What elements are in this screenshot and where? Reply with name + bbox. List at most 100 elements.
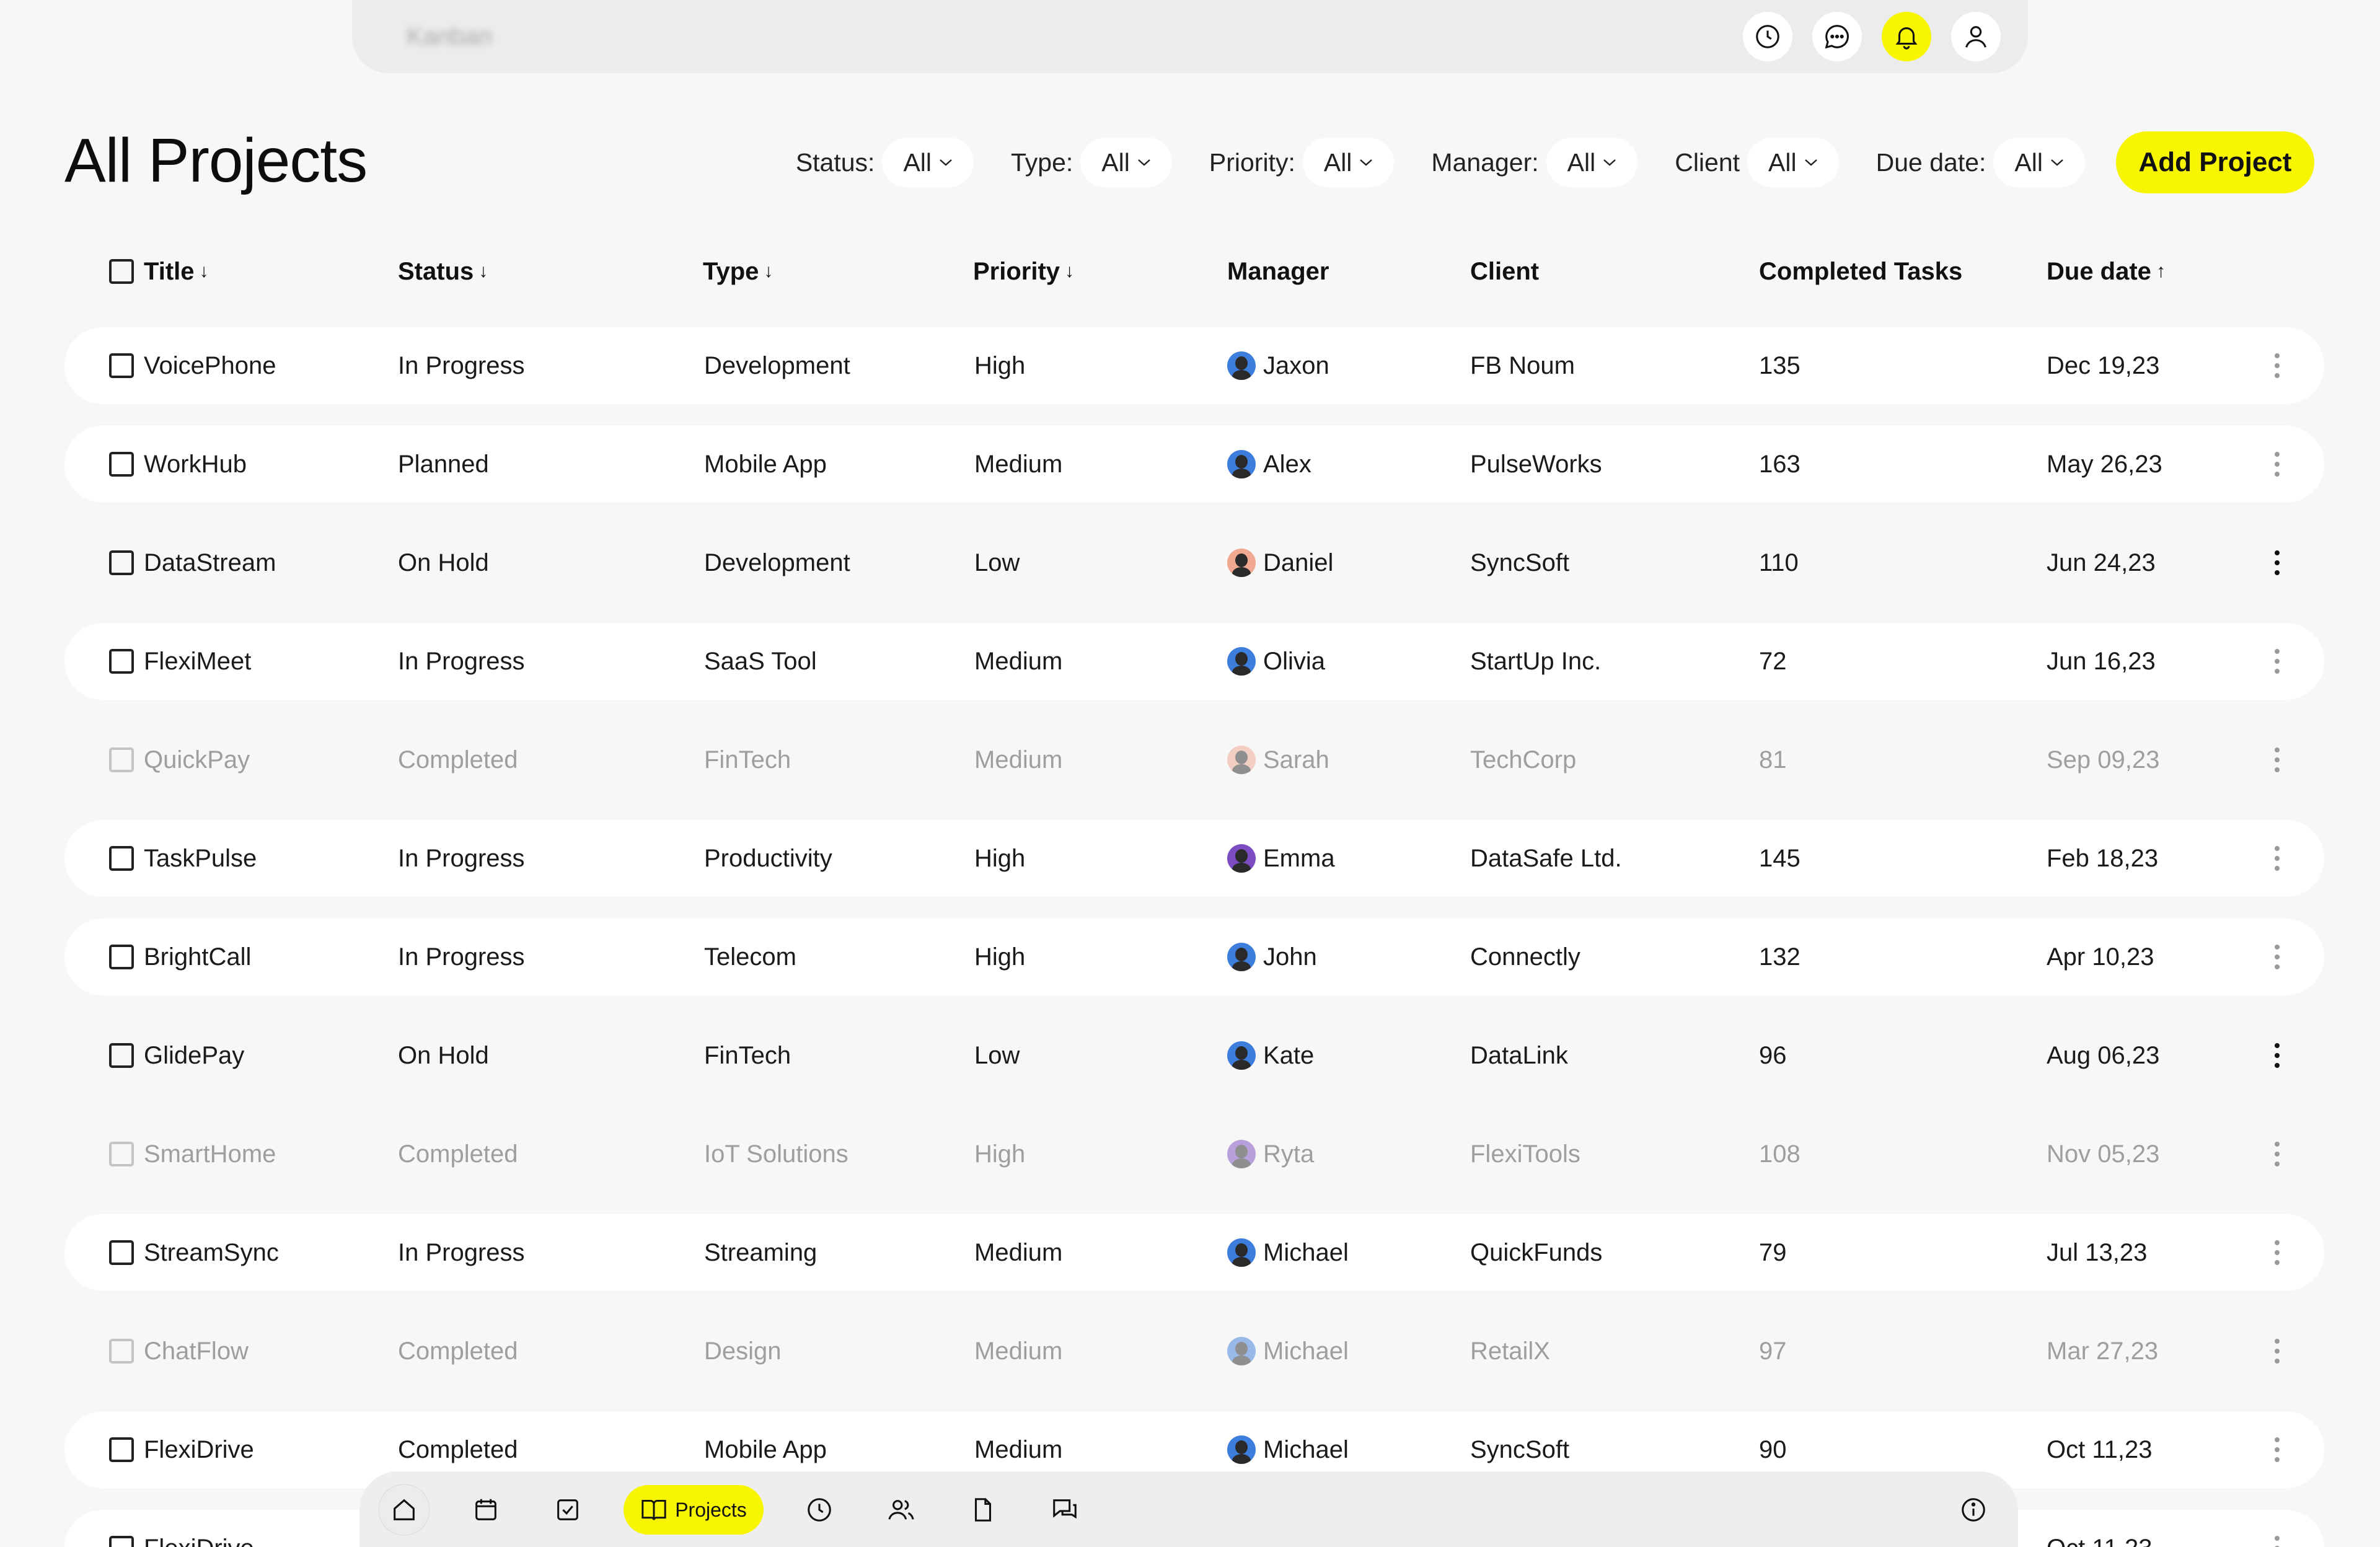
dock-team-button[interactable] [875, 1484, 927, 1536]
row-menu-button[interactable] [2265, 721, 2290, 798]
table-row[interactable]: BrightCall In Progress Telecom High John… [64, 919, 2324, 995]
column-header-manager[interactable]: Manager [1227, 248, 1329, 295]
cell-due-date: May 26,23 [2047, 450, 2162, 478]
cell-client: PulseWorks [1470, 450, 1602, 478]
notifications-button[interactable] [1882, 12, 1931, 61]
chevron-down-icon [1360, 159, 1373, 166]
row-menu-button[interactable] [2265, 1411, 2290, 1488]
row-checkbox[interactable] [109, 649, 134, 674]
cell-status: In Progress [398, 351, 525, 379]
cell-priority: High [974, 844, 1026, 872]
history-button[interactable] [1743, 12, 1792, 61]
row-menu-button[interactable] [2265, 1510, 2290, 1547]
table-row[interactable]: WorkHub Planned Mobile App Medium Alex P… [64, 426, 2324, 503]
add-project-button[interactable]: Add Project [2116, 131, 2314, 193]
row-checkbox[interactable] [109, 747, 134, 772]
cell-priority: Low [974, 1041, 1020, 1069]
manager-name: Michael [1263, 1435, 1349, 1463]
select-all-checkbox[interactable] [109, 259, 134, 284]
column-header-due-date[interactable]: Due date ↑ [2047, 248, 2166, 295]
row-menu-button[interactable] [2265, 919, 2290, 995]
cell-client: DataLink [1470, 1041, 1568, 1069]
column-header-type[interactable]: Type ↓ [703, 248, 773, 295]
priority-filter-dropdown[interactable]: All [1302, 138, 1395, 187]
row-checkbox[interactable] [109, 846, 134, 871]
project-title: DataStream [144, 549, 276, 576]
row-menu-button[interactable] [2265, 820, 2290, 897]
project-title: VoicePhone [144, 351, 276, 379]
dock-calendar-button[interactable] [460, 1484, 512, 1536]
filter-type: Type: All [1011, 138, 1172, 187]
table-row[interactable]: FlexiMeet In Progress SaaS Tool Medium O… [64, 623, 2324, 700]
cell-priority: High [974, 351, 1026, 379]
dock-projects-button[interactable]: Projects [624, 1485, 764, 1535]
cell-title: FlexiMeet [109, 623, 251, 700]
row-checkbox[interactable] [109, 353, 134, 378]
column-header-status[interactable]: Status ↓ [398, 248, 488, 295]
table-row[interactable]: GlidePay On Hold FinTech Low Kate DataLi… [64, 1017, 2324, 1094]
project-title: FlexiDrive [144, 1435, 254, 1463]
column-header-completed-tasks[interactable]: Completed Tasks [1759, 248, 1962, 295]
row-checkbox[interactable] [109, 945, 134, 969]
more-vertical-icon [2275, 550, 2280, 575]
column-header-client[interactable]: Client [1470, 248, 1539, 295]
due-date-filter-dropdown[interactable]: All [1993, 138, 2085, 187]
column-header-priority[interactable]: Priority ↓ [973, 248, 1074, 295]
row-menu-button[interactable] [2265, 1313, 2290, 1390]
avatar [1227, 746, 1256, 774]
dock-messages-button[interactable] [1039, 1484, 1091, 1536]
cell-status: In Progress [398, 943, 525, 971]
sort-arrow-icon: ↑ [2156, 261, 2166, 281]
row-checkbox[interactable] [109, 550, 134, 575]
cell-type: SaaS Tool [704, 647, 817, 675]
column-label: Client [1470, 257, 1540, 285]
column-header-title[interactable]: Title ↓ [109, 248, 209, 295]
row-menu-button[interactable] [2265, 1214, 2290, 1291]
row-checkbox[interactable] [109, 1339, 134, 1364]
dock-time-button[interactable] [793, 1484, 845, 1536]
table-row[interactable]: StreamSync In Progress Streaming Medium … [64, 1214, 2324, 1291]
status-filter-dropdown[interactable]: All [882, 138, 974, 187]
client-filter-dropdown[interactable]: All [1747, 138, 1839, 187]
filter-bar: Status: All Type: All Priority: All Mana… [759, 131, 2314, 193]
table-row[interactable]: DataStream On Hold Development Low Danie… [64, 524, 2324, 601]
row-menu-button[interactable] [2265, 1017, 2290, 1094]
row-menu-button[interactable] [2265, 623, 2290, 700]
dock-info-button[interactable] [1947, 1484, 1999, 1536]
row-checkbox[interactable] [109, 1437, 134, 1462]
cell-status: On Hold [398, 549, 489, 576]
row-menu-button[interactable] [2265, 426, 2290, 503]
chevron-down-icon [1138, 159, 1150, 166]
dock-home-button[interactable] [378, 1484, 430, 1536]
type-filter-dropdown[interactable]: All [1080, 138, 1172, 187]
cell-type: Productivity [704, 844, 832, 872]
cell-type: Streaming [704, 1238, 818, 1266]
cell-priority: Medium [974, 746, 1063, 774]
table-row[interactable]: QuickPay Completed FinTech Medium Sarah … [64, 721, 2324, 798]
row-checkbox[interactable] [109, 1240, 134, 1265]
row-checkbox[interactable] [109, 452, 134, 477]
row-menu-button[interactable] [2265, 327, 2290, 404]
manager-filter-dropdown[interactable]: All [1546, 138, 1638, 187]
messages-button[interactable] [1812, 12, 1862, 61]
cell-priority: Medium [974, 1238, 1063, 1266]
cell-manager: Daniel [1227, 524, 1333, 601]
table-row[interactable]: VoicePhone In Progress Development High … [64, 327, 2324, 404]
dock-files-button[interactable] [957, 1484, 1009, 1536]
row-menu-button[interactable] [2265, 524, 2290, 601]
table-row[interactable]: ChatFlow Completed Design Medium Michael… [64, 1313, 2324, 1390]
search-field[interactable]: Kanban [407, 23, 1743, 51]
dock-tasks-button[interactable] [542, 1484, 594, 1536]
filter-label: Manager: [1431, 148, 1539, 177]
row-checkbox[interactable] [109, 1043, 134, 1068]
row-checkbox[interactable] [109, 1536, 134, 1547]
profile-button[interactable] [1951, 12, 2001, 61]
table-row[interactable]: SmartHome Completed IoT Solutions High R… [64, 1116, 2324, 1192]
cell-type: Development [704, 351, 850, 379]
table-row[interactable]: TaskPulse In Progress Productivity High … [64, 820, 2324, 897]
row-menu-button[interactable] [2265, 1116, 2290, 1192]
project-title: QuickPay [144, 746, 250, 774]
row-checkbox[interactable] [109, 1142, 134, 1166]
cell-client: FlexiTools [1470, 1140, 1580, 1168]
project-title: GlidePay [144, 1041, 245, 1069]
